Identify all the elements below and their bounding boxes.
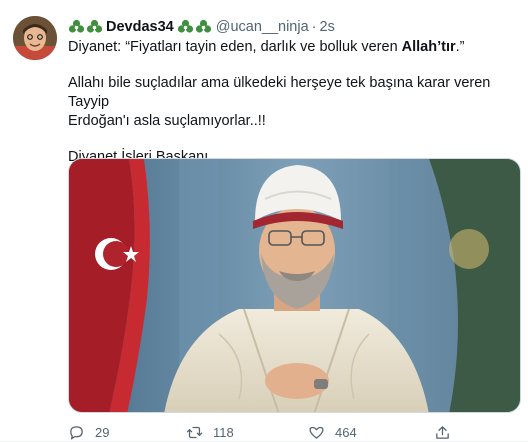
tweet-text: Diyanet: “Fiyatları tayin eden, darlık v… — [68, 38, 520, 167]
share-icon — [436, 426, 449, 439]
retweet-button[interactable]: 118 — [186, 424, 234, 441]
reply-button[interactable]: 29 — [68, 424, 109, 441]
reply-count: 29 — [95, 425, 110, 440]
separator-dot: · — [311, 19, 317, 35]
text-span: Diyanet: “Fiyatları tayin eden, darlık v… — [68, 39, 402, 55]
share-button[interactable] — [434, 424, 451, 441]
like-count: 464 — [335, 425, 357, 440]
tweet-actions: 29 118 464 — [68, 424, 520, 442]
text-span: .” — [455, 39, 465, 55]
tweet-text-line: Diyanet: “Fiyatları tayin eden, darlık v… — [68, 38, 520, 57]
recycle-emoji-icon — [177, 19, 212, 36]
user-handle[interactable]: @ucan__ninja — [216, 18, 309, 36]
tweet-text-line: Allahı bile suçladılar ama ülkedeki herş… — [68, 75, 491, 110]
retweet-icon — [186, 426, 203, 439]
tweet-text-line: Erdoğan'ı asla suçlamıyorlar..!! — [68, 113, 266, 129]
display-name[interactable]: Devdas34 — [106, 18, 174, 36]
retweet-count: 118 — [213, 425, 234, 440]
tweet-timestamp[interactable]: 2s — [320, 18, 335, 36]
reply-icon — [70, 426, 83, 440]
tweet-header: Devdas34 @ucan__ninja · 2s — [68, 18, 335, 36]
tweet-photo[interactable] — [68, 158, 521, 413]
recycle-emoji-icon — [68, 19, 103, 36]
heart-icon — [309, 426, 324, 439]
text-span-bold: Allah’tır — [401, 39, 456, 55]
tweet-card[interactable]: Devdas34 @ucan__ninja · 2s Diyanet: “Fiy… — [0, 0, 528, 442]
like-button[interactable]: 464 — [308, 424, 357, 441]
user-avatar[interactable] — [13, 16, 57, 60]
